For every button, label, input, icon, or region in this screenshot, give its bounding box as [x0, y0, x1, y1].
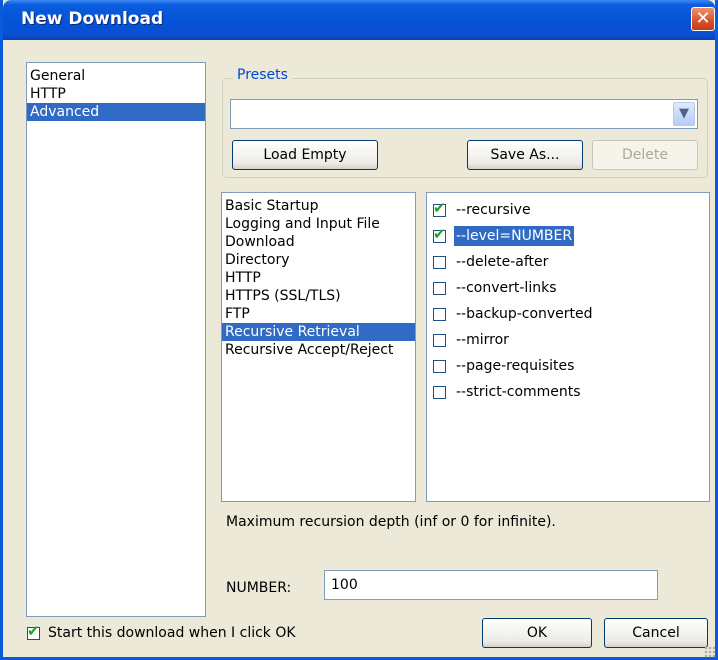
- option-checkbox[interactable]: [433, 333, 446, 347]
- section-item[interactable]: Recursive Retrieval: [222, 323, 415, 341]
- section-item[interactable]: HTTPS (SSL/TLS): [222, 287, 415, 305]
- section-item[interactable]: Directory: [222, 251, 415, 269]
- chevron-down-icon[interactable]: ▼: [673, 102, 695, 126]
- option-label: --backup-converted: [456, 306, 593, 322]
- start-download-checkbox[interactable]: ✔: [27, 622, 40, 640]
- section-item[interactable]: Recursive Accept/Reject: [222, 341, 415, 359]
- presets-dropdown[interactable]: ▼: [230, 99, 698, 129]
- resize-grip-icon[interactable]: [704, 646, 716, 658]
- category-list[interactable]: General HTTP Advanced: [26, 62, 206, 617]
- option-row[interactable]: --strict-comments: [427, 379, 709, 405]
- section-item[interactable]: Download: [222, 233, 415, 251]
- option-checkbox[interactable]: ✔: [433, 199, 446, 217]
- option-checkbox[interactable]: [433, 359, 446, 373]
- checkmark-icon: ✔: [433, 224, 446, 243]
- option-label: --mirror: [456, 332, 509, 348]
- option-list[interactable]: ✔ --recursive ✔ --level=NUMBER --delete-afte…: [426, 192, 710, 502]
- category-item[interactable]: General: [27, 67, 205, 85]
- load-empty-button[interactable]: Load Empty: [232, 140, 378, 170]
- section-item[interactable]: HTTP: [222, 269, 415, 287]
- option-row[interactable]: --mirror: [427, 327, 709, 353]
- option-row[interactable]: --page-requisites: [427, 353, 709, 379]
- category-item[interactable]: Advanced: [27, 103, 205, 121]
- section-item[interactable]: Logging and Input File: [222, 215, 415, 233]
- number-input[interactable]: 100: [324, 570, 658, 600]
- option-label: --level=NUMBER: [454, 226, 575, 246]
- section-item[interactable]: FTP: [222, 305, 415, 323]
- section-item[interactable]: Basic Startup: [222, 197, 415, 215]
- title-bar[interactable]: New Download ✕: [3, 0, 715, 40]
- option-label: --delete-after: [456, 254, 549, 270]
- delete-button: Delete: [592, 140, 698, 170]
- option-checkbox[interactable]: [433, 281, 446, 295]
- checkmark-icon: ✔: [27, 621, 40, 640]
- start-download-label: Start this download when I click OK: [48, 625, 296, 641]
- option-row[interactable]: --convert-links: [427, 275, 709, 301]
- option-row[interactable]: ✔ --level=NUMBER: [427, 223, 709, 249]
- presets-legend: Presets: [233, 67, 292, 83]
- option-checkbox[interactable]: ✔: [433, 225, 446, 243]
- option-label: --convert-links: [456, 280, 557, 296]
- option-row[interactable]: --backup-converted: [427, 301, 709, 327]
- save-as-button[interactable]: Save As...: [467, 140, 583, 170]
- option-checkbox[interactable]: [433, 307, 446, 321]
- ok-button[interactable]: OK: [482, 618, 592, 648]
- option-row[interactable]: --delete-after: [427, 249, 709, 275]
- start-download-row[interactable]: ✔ Start this download when I click OK: [27, 622, 296, 641]
- window-title: New Download: [21, 9, 164, 29]
- category-item[interactable]: HTTP: [27, 85, 205, 103]
- cancel-button[interactable]: Cancel: [604, 618, 708, 648]
- option-checkbox[interactable]: [433, 255, 446, 269]
- option-checkbox[interactable]: [433, 385, 446, 399]
- number-label: NUMBER:: [226, 580, 292, 596]
- section-list[interactable]: Basic Startup Logging and Input File Downl…: [221, 192, 416, 502]
- option-row[interactable]: ✔ --recursive: [427, 197, 709, 223]
- close-icon[interactable]: ✕: [691, 7, 715, 31]
- option-label: --recursive: [456, 202, 531, 218]
- checkmark-icon: ✔: [433, 198, 446, 217]
- option-label: --strict-comments: [456, 384, 581, 400]
- option-label: --page-requisites: [456, 358, 575, 374]
- option-description: Maximum recursion depth (inf or 0 for in…: [226, 514, 556, 530]
